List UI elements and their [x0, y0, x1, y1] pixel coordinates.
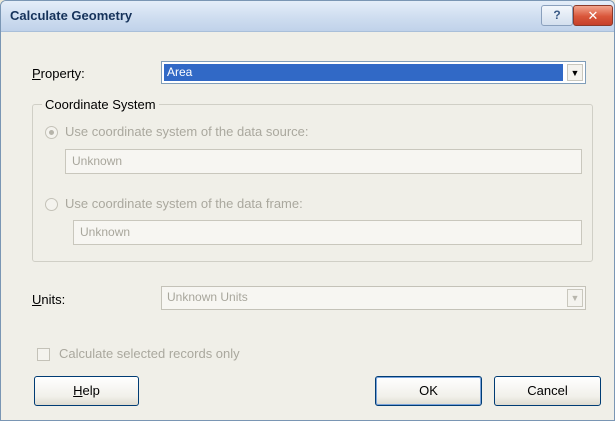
title-bar: Calculate Geometry ? ✕	[1, 1, 614, 32]
coordinate-system-legend: Coordinate System	[42, 97, 159, 112]
radio-data-frame[interactable]	[45, 198, 58, 211]
data-frame-coordinate-field: Unknown	[73, 220, 582, 245]
property-label-accel: P	[32, 66, 41, 81]
property-label-text: roperty:	[40, 66, 85, 81]
help-button[interactable]: Help	[34, 376, 139, 406]
units-select-value: Unknown Units	[167, 290, 248, 304]
help-button-label: elp	[82, 383, 100, 398]
selected-records-checkbox[interactable]	[37, 348, 50, 361]
close-icon: ✕	[587, 8, 599, 23]
radio-data-source-label: Use coordinate system of the data source…	[65, 124, 309, 139]
calculate-geometry-dialog: Calculate Geometry ? ✕ Property: Area ▼ …	[0, 0, 615, 421]
units-select[interactable]: Unknown Units ▼	[161, 286, 586, 310]
chevron-down-icon[interactable]: ▼	[567, 289, 583, 307]
data-source-coordinate-field: Unknown	[65, 149, 582, 174]
cancel-button[interactable]: Cancel	[494, 376, 601, 406]
help-icon: ?	[553, 8, 561, 22]
title-help-button[interactable]: ?	[541, 5, 573, 26]
help-button-accel: H	[73, 383, 83, 398]
chevron-down-icon[interactable]: ▼	[567, 64, 583, 81]
property-select[interactable]: Area ▼	[161, 61, 586, 84]
units-label-accel: U	[32, 292, 42, 307]
ok-button[interactable]: OK	[375, 376, 482, 406]
radio-data-frame-label: Use coordinate system of the data frame:	[65, 196, 303, 211]
radio-data-source[interactable]	[45, 126, 58, 139]
property-label: Property:	[32, 66, 85, 81]
units-label-text: nits:	[41, 292, 66, 307]
property-select-value: Area	[164, 64, 563, 81]
close-button[interactable]: ✕	[573, 5, 613, 26]
dialog-title: Calculate Geometry	[10, 8, 133, 23]
selected-records-label: Calculate selected records only	[59, 346, 240, 361]
units-label: Units:	[32, 292, 65, 307]
